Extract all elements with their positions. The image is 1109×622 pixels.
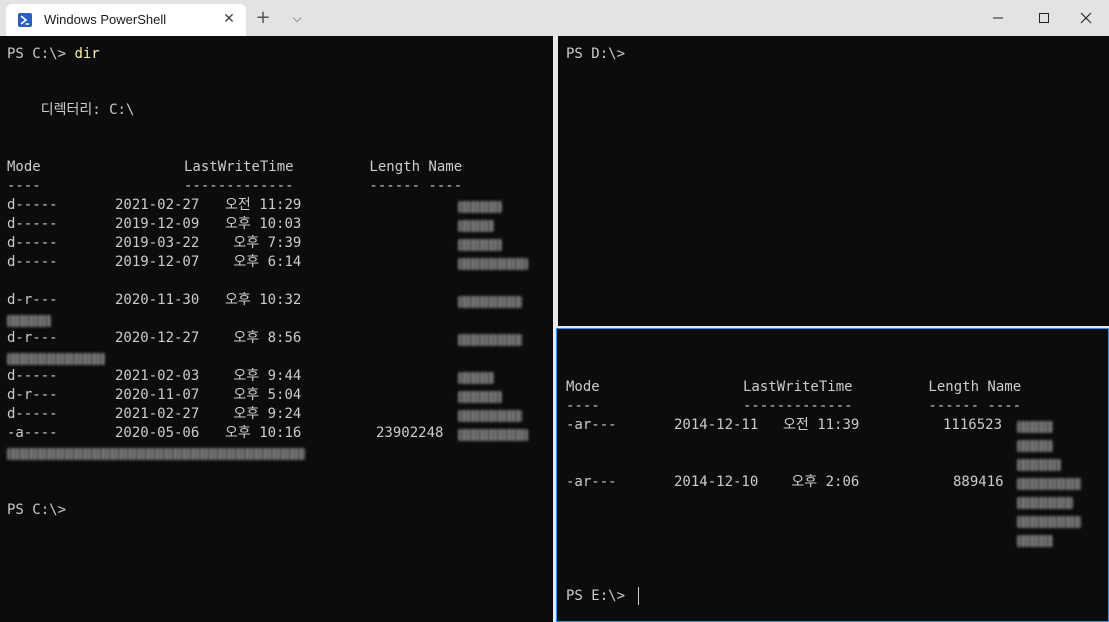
table-row: -ar---: [566, 417, 617, 433]
redacted-name: [1017, 516, 1081, 528]
terminal-pane-d[interactable]: PS D:\>: [558, 36, 1109, 326]
prompt-text: PS C:\>: [7, 46, 75, 62]
tab-powershell[interactable]: Windows PowerShell ✕: [6, 4, 246, 36]
column-underline: ---- ------------- ------ ----: [7, 178, 463, 194]
table-row: d-----: [7, 216, 58, 232]
redacted-name: [458, 220, 494, 232]
row-time: 오후 8:56: [225, 330, 302, 346]
command-text: dir: [74, 46, 100, 62]
redacted-name: [1017, 459, 1061, 471]
row-date: 2020-12-27: [115, 330, 200, 346]
powershell-icon: [18, 13, 32, 27]
table-row: d-----: [7, 406, 58, 422]
redacted-name: [458, 391, 502, 403]
row-time: 오전 11:29: [225, 197, 302, 213]
title-bar: Windows PowerShell ✕ + ⌵: [0, 0, 1109, 36]
redacted-name: [458, 410, 522, 422]
table-row: d-----: [7, 368, 58, 384]
row-time: 오후 5:04: [225, 387, 302, 403]
row-date: 2021-02-27: [115, 406, 200, 422]
prompt-line: PS E:\>: [566, 588, 634, 604]
table-row: d-----: [7, 197, 58, 213]
chevron-down-icon[interactable]: ⌵: [287, 7, 307, 29]
row-time: 오전 11:39: [783, 417, 860, 433]
terminal-pane-e[interactable]: Mode LastWriteTime Length Name ---- ----…: [556, 328, 1109, 622]
row-date: 2020-05-06: [115, 425, 200, 441]
row-time: 오후 9:24: [225, 406, 302, 422]
close-button[interactable]: [1063, 0, 1109, 36]
terminal-pane-c[interactable]: PS C:\> dir 디렉터리: C:\ Mode LastWriteTime…: [0, 36, 553, 622]
row-time: 오후 7:39: [225, 235, 302, 251]
redacted-name: [458, 429, 528, 441]
table-row: -a----: [7, 425, 58, 441]
redacted-name: [458, 296, 522, 308]
redacted-name: [1017, 440, 1053, 452]
row-date: 2020-11-07: [115, 387, 200, 403]
row-time: 오후 2:06: [783, 474, 860, 490]
minimize-icon: [993, 17, 1003, 19]
redacted-name: [7, 448, 305, 460]
row-date: 2019-12-09: [115, 216, 200, 232]
table-row: d-r---: [7, 292, 58, 308]
row-date: 2014-12-11: [674, 417, 759, 433]
row-time: 오후 10:32: [225, 292, 302, 308]
minimize-button[interactable]: [975, 0, 1021, 36]
redacted-name: [7, 353, 105, 365]
table-row: d-----: [7, 254, 58, 270]
row-date: 2019-12-07: [115, 254, 200, 270]
column-underline: ---- ------------- ------ ----: [566, 398, 1022, 414]
redacted-name: [458, 201, 502, 213]
row-date: 2019-03-22: [115, 235, 200, 251]
table-row: d-r---: [7, 330, 58, 346]
row-date: 2021-02-27: [115, 197, 200, 213]
new-tab-button[interactable]: +: [253, 7, 273, 29]
redacted-name: [458, 372, 494, 384]
row-length: 889416: [953, 474, 1004, 490]
redacted-name: [7, 315, 51, 327]
maximize-icon: [1039, 13, 1049, 23]
row-date: 2021-02-03: [115, 368, 200, 384]
prompt-line-1: PS C:\> dir: [7, 45, 100, 64]
directory-line: 디렉터리: C:\: [7, 102, 135, 118]
row-length: 23902248: [376, 425, 444, 441]
redacted-name: [1017, 535, 1053, 547]
redacted-name: [1017, 421, 1053, 433]
column-header: Mode LastWriteTime Length Name: [566, 379, 1022, 395]
row-length: 1116523: [943, 417, 1003, 433]
tab-title: Windows PowerShell: [44, 12, 167, 27]
row-date: 2014-12-10: [674, 474, 759, 490]
row-date: 2020-11-30: [115, 292, 200, 308]
row-time: 오후 10:03: [225, 216, 302, 232]
table-row: d-r---: [7, 387, 58, 403]
row-time: 오후 6:14: [225, 254, 302, 270]
redacted-name: [458, 334, 522, 346]
column-header: Mode LastWriteTime Length Name: [7, 159, 463, 175]
row-time: 오후 10:16: [225, 425, 302, 441]
redacted-name: [1017, 497, 1073, 509]
close-icon: [1080, 12, 1092, 24]
table-row: -ar---: [566, 474, 617, 490]
prompt-line: PS D:\>: [566, 46, 626, 62]
redacted-name: [458, 239, 502, 251]
close-tab-icon[interactable]: ✕: [220, 10, 238, 28]
redacted-name: [458, 258, 528, 270]
redacted-name: [1017, 478, 1081, 490]
row-time: 오후 9:44: [225, 368, 302, 384]
prompt-line-2: PS C:\>: [7, 502, 67, 518]
text-cursor: [638, 587, 639, 605]
table-row: d-----: [7, 235, 58, 251]
maximize-button[interactable]: [1021, 0, 1067, 36]
